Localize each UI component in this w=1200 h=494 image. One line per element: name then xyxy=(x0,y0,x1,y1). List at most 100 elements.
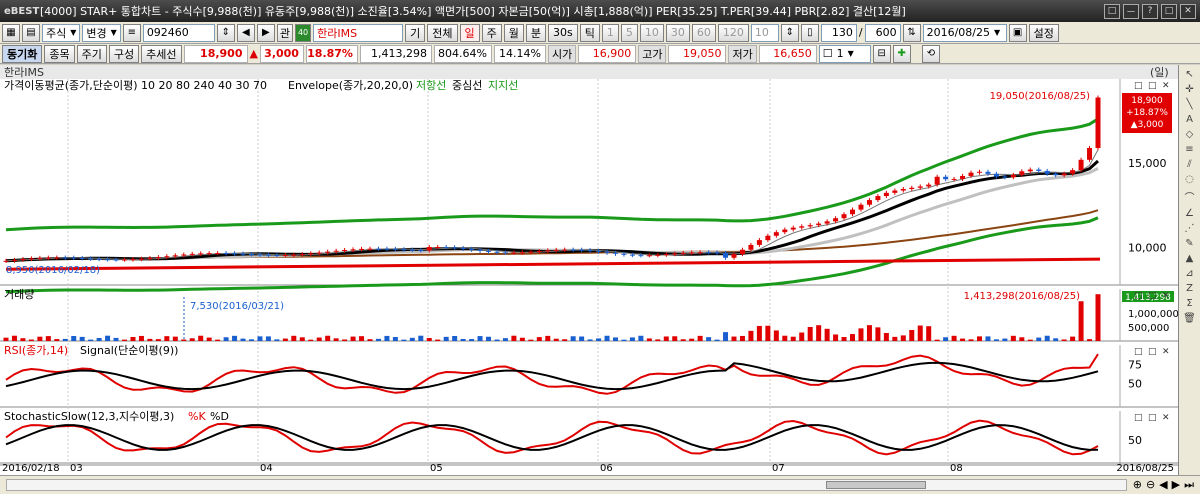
chart-type-icon[interactable]: ⇅ xyxy=(902,23,921,42)
candle-body xyxy=(909,187,915,189)
link-button[interactable]: 관 xyxy=(276,23,293,42)
num-120-button[interactable]: 120 xyxy=(717,23,749,42)
volume-bar xyxy=(11,335,17,341)
channel-tool-icon[interactable]: ⫽ xyxy=(1187,159,1191,170)
maximize-button[interactable]: □ xyxy=(1161,3,1177,19)
tab-item[interactable]: 종목 xyxy=(44,44,75,63)
angle-tool-icon[interactable]: ∠ xyxy=(1185,208,1194,219)
cursor-icon[interactable]: ↖ xyxy=(1185,69,1193,80)
count-total-input[interactable]: 600 xyxy=(864,23,901,42)
open-label: 시가 xyxy=(547,44,577,63)
panel-ctrl-icon: □ xyxy=(1148,81,1157,91)
candle-body xyxy=(147,257,153,259)
layout-icon[interactable]: ▦ xyxy=(2,23,20,42)
ytick-15000: 15,000 xyxy=(1128,157,1167,170)
list-icon[interactable]: ≡ xyxy=(122,23,141,42)
num-1-button[interactable]: 1 xyxy=(601,23,619,42)
prev-icon[interactable]: ◀ xyxy=(236,23,255,42)
volume-bar xyxy=(502,338,508,341)
ratio-select[interactable]: ☐ 1 ▼ xyxy=(818,44,871,63)
sync-button[interactable]: 동기화 xyxy=(2,44,43,63)
stock-name-field[interactable]: 한라IMS xyxy=(313,23,404,42)
text-tool-icon[interactable]: A xyxy=(1186,114,1193,125)
crosshair-icon[interactable]: ✛ xyxy=(1185,84,1193,95)
candle-body xyxy=(20,259,26,261)
next-icon[interactable]: ▶ xyxy=(256,23,275,42)
candle-body xyxy=(900,188,906,191)
volume-bar xyxy=(858,328,864,341)
change-select[interactable]: 변경 ▼ xyxy=(82,23,121,42)
sigma-tool-icon[interactable]: Σ xyxy=(1186,298,1192,309)
num-5-button[interactable]: 5 xyxy=(620,23,638,42)
help-button[interactable]: ? xyxy=(1142,3,1158,19)
etf-icon[interactable]: 40 xyxy=(294,23,312,42)
code-input[interactable]: 092460 xyxy=(142,23,215,42)
candle-body xyxy=(240,253,246,255)
ruler-tool-icon[interactable]: ⊿ xyxy=(1185,268,1193,279)
eraser-tool-icon[interactable]: ◇ xyxy=(1186,129,1194,140)
minimize-button[interactable]: ㅡ xyxy=(1123,3,1139,19)
candle-body xyxy=(638,255,644,257)
tab-period[interactable]: 주기 xyxy=(76,44,107,63)
basis-button[interactable]: 기 xyxy=(405,23,426,42)
candle-body xyxy=(3,260,9,262)
left-icon[interactable]: ◀ xyxy=(1159,478,1167,492)
volume-bar xyxy=(638,335,644,341)
volume-bar xyxy=(189,338,195,341)
date-select[interactable]: 2016/08/25 ▼ xyxy=(922,23,1007,42)
spin-icon[interactable]: ⇕ xyxy=(780,23,799,42)
num-30-button[interactable]: 30 xyxy=(665,23,690,42)
tab-config[interactable]: 구성 xyxy=(108,44,140,63)
low-price: 16,650 xyxy=(758,44,817,63)
close-button[interactable]: ✕ xyxy=(1180,3,1196,19)
calendar-icon[interactable]: ▣ xyxy=(1008,23,1027,42)
period-minute-button[interactable]: 분 xyxy=(525,23,546,42)
volume-bar xyxy=(926,326,932,341)
candle-body xyxy=(706,252,712,254)
tab-trend[interactable]: 추세선 xyxy=(141,44,182,63)
scrollbar-thumb[interactable] xyxy=(825,481,926,489)
fib-tool-icon[interactable]: ≡ xyxy=(1185,144,1193,155)
trash-icon[interactable]: 🗑 xyxy=(1183,313,1196,324)
chart-area[interactable]: 한라IMS (일) 가격이동평균(종가,단순이평) 10 20 80 240 40 … xyxy=(0,65,1179,475)
arc-tool-icon[interactable]: ⌒ xyxy=(1185,189,1195,204)
plus-icon[interactable]: ✚ xyxy=(892,44,911,63)
zoom-out-icon[interactable]: ⊖ xyxy=(1146,478,1155,492)
end-icon[interactable]: ⏭ xyxy=(1184,478,1194,492)
volume-bar xyxy=(333,338,339,341)
settings-button[interactable]: 설정 xyxy=(1028,23,1059,42)
zigzag-tool-icon[interactable]: Z xyxy=(1186,283,1193,294)
period-30s-button[interactable]: 30s xyxy=(548,23,578,42)
num-10-button[interactable]: 10 xyxy=(639,23,664,42)
refresh-icon[interactable]: ⟲ xyxy=(922,44,940,63)
minus-icon[interactable]: ⊟ xyxy=(872,44,891,63)
count-input[interactable]: 130 xyxy=(820,23,857,42)
cycle-tool-icon[interactable]: ◌ xyxy=(1185,174,1194,185)
period-week-button[interactable]: 주 xyxy=(481,23,502,42)
candle-body xyxy=(672,253,678,255)
pen-tool-icon[interactable]: ✎ xyxy=(1185,238,1193,249)
spin-icon[interactable]: ⇕ xyxy=(216,23,235,42)
zoom-in-icon[interactable]: ⊕ xyxy=(1133,478,1142,492)
save-icon[interactable]: ▤ xyxy=(22,23,40,42)
volume-bar xyxy=(138,335,144,341)
chart-canvas[interactable]: 한라IMS (일) 가격이동평균(종가,단순이평) 10 20 80 240 40 … xyxy=(0,65,1179,475)
candle-body xyxy=(198,253,204,255)
candle-body xyxy=(333,250,339,252)
right-icon[interactable]: ▶ xyxy=(1172,478,1180,492)
market-select[interactable]: 주식 ▼ xyxy=(42,23,81,42)
line-tool-icon[interactable]: ╲ xyxy=(1186,99,1192,110)
marker-tool-icon[interactable]: ▲ xyxy=(1186,253,1194,264)
period-month-button[interactable]: 월 xyxy=(503,23,524,42)
candle-body xyxy=(130,259,136,261)
all-button[interactable]: 전체 xyxy=(427,23,458,42)
speed-tool-icon[interactable]: ⋰ xyxy=(1185,223,1195,234)
custom-num-input[interactable]: 10 xyxy=(750,23,779,42)
restore-button[interactable]: □ xyxy=(1104,3,1120,19)
period-tick-button[interactable]: 틱 xyxy=(579,23,600,42)
bar-icon[interactable]: ▯ xyxy=(800,23,819,42)
period-day-button[interactable]: 일 xyxy=(459,23,480,42)
chart-scrollbar[interactable] xyxy=(6,479,1127,491)
ytick-10000: 10,000 xyxy=(1128,241,1167,254)
num-60-button[interactable]: 60 xyxy=(691,23,716,42)
